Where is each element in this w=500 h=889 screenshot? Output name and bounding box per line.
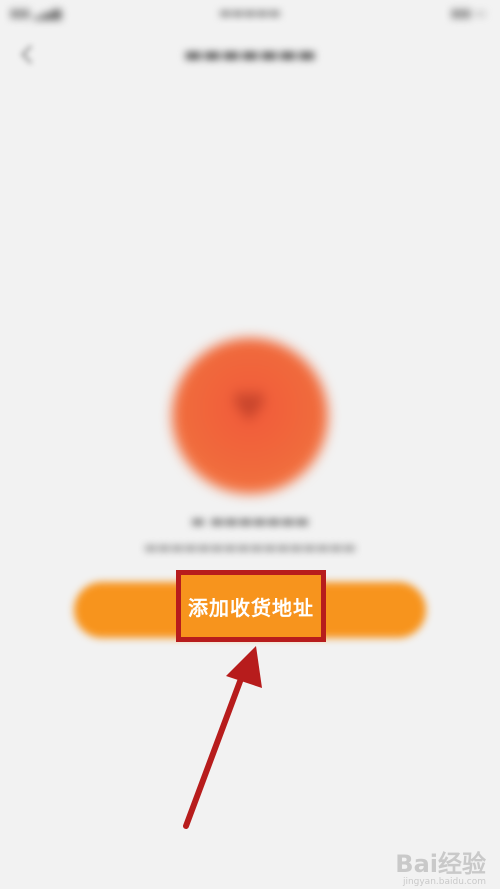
watermark-logo: Bai经验 <box>395 850 486 878</box>
status-bar: ▮▮▮ ▂▄▆ ▬▬▬▬▬ ▮▮▮ ▭ <box>0 0 500 30</box>
nav-bar: ▬▬▬▬▬▬▬ <box>0 30 500 80</box>
address-empty-screen: ▮▮▮ ▂▄▆ ▬▬▬▬▬ ▮▮▮ ▭ ▬▬▬▬▬▬▬ ♥ ▬ ▬▬▬▬▬▬▬ … <box>0 0 500 889</box>
battery-icon: ▮▮▮ ▭ <box>451 6 486 20</box>
watermark-url: jingyan.baidu.com <box>402 877 486 887</box>
empty-state-title: ▬ ▬▬▬▬▬▬▬ <box>190 512 310 530</box>
location-pin-icon: ♥ <box>231 385 267 431</box>
add-address-button-label: 添加收货地址 <box>188 595 314 620</box>
add-address-button[interactable]: 添加收货地址 <box>176 570 326 642</box>
page-title: ▬▬▬▬▬▬▬ <box>183 42 317 66</box>
empty-state-illustration: ♥ <box>172 338 328 494</box>
status-time: ▬▬▬▬▬ <box>219 6 281 21</box>
empty-state-description: ▬▬▬▬▬▬▬▬▬▬▬▬▬▬▬▬ <box>144 540 356 556</box>
